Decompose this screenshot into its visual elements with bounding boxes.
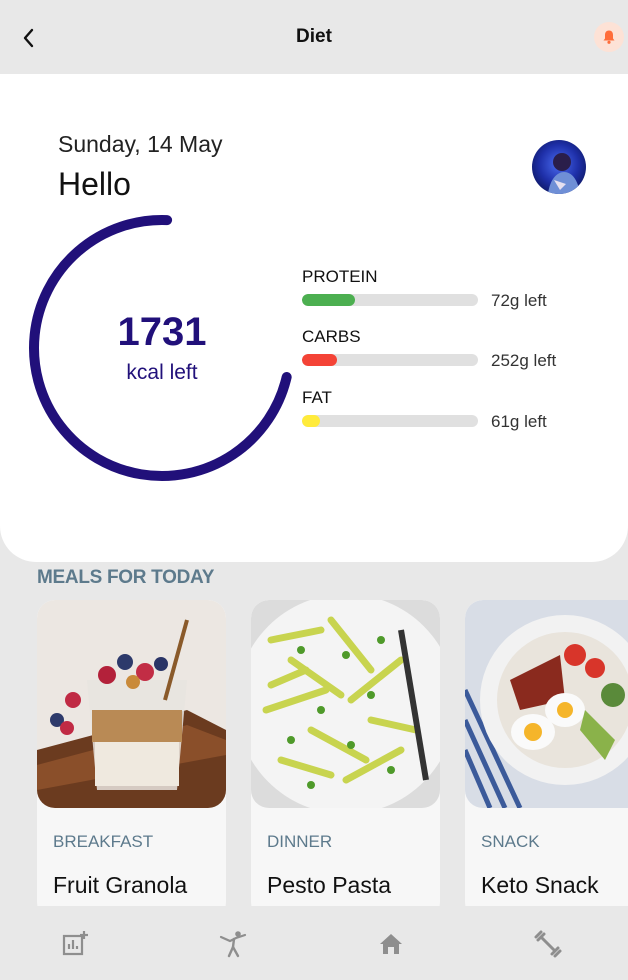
meal-image-keto xyxy=(465,600,628,808)
bottom-navigation xyxy=(0,906,628,980)
calories-left-value: 1731 xyxy=(117,310,207,354)
meal-name: Fruit Granola xyxy=(53,872,188,898)
nav-home[interactable] xyxy=(375,928,407,960)
page-title: Diet xyxy=(296,26,332,47)
meal-image-granola xyxy=(37,600,226,808)
notification-button[interactable] xyxy=(594,22,624,52)
fat-left: 61g left xyxy=(491,412,547,431)
meal-type: BREAKFAST xyxy=(53,832,154,851)
meal-card-breakfast[interactable]: BREAKFAST Fruit Granola xyxy=(37,600,226,920)
meal-card-dinner[interactable]: DINNER Pesto Pasta xyxy=(251,600,440,920)
protein-label: PROTEIN xyxy=(302,267,378,286)
summary-card: Sunday, 14 May Hello 1731 kcal left PROT… xyxy=(0,74,628,562)
date-label: Sunday, 14 May xyxy=(58,131,223,157)
nav-activity[interactable] xyxy=(217,928,249,960)
meal-name: Keto Snack xyxy=(481,872,599,898)
protein-bar xyxy=(302,294,478,306)
fat-label: FAT xyxy=(302,388,332,407)
meal-type: SNACK xyxy=(481,832,540,851)
carbs-bar-fill xyxy=(302,354,338,366)
activity-icon xyxy=(219,931,247,958)
home-icon xyxy=(380,934,402,954)
avatar-image xyxy=(532,140,586,194)
stats-icon xyxy=(62,931,88,956)
meal-type: DINNER xyxy=(267,832,333,851)
carbs-bar xyxy=(302,354,478,366)
greeting: Hello xyxy=(58,166,131,202)
carbs-label: CARBS xyxy=(302,327,361,346)
meal-name: Pesto Pasta xyxy=(267,872,392,898)
fat-bar xyxy=(302,415,478,427)
carbs-left: 252g left xyxy=(491,351,557,370)
meal-image-pasta xyxy=(251,600,440,808)
meals-section-title: MEALS FOR TODAY xyxy=(37,567,215,588)
calories-left-unit: kcal left xyxy=(126,361,198,384)
avatar[interactable] xyxy=(532,140,586,194)
protein-bar-fill xyxy=(302,294,355,306)
workout-icon xyxy=(534,930,562,958)
nav-stats[interactable] xyxy=(59,928,91,960)
meal-card-snack[interactable]: SNACK Keto Snack xyxy=(465,600,628,920)
nav-workout[interactable] xyxy=(532,928,564,960)
fat-bar-fill xyxy=(302,415,320,427)
bell-icon xyxy=(603,30,615,44)
top-bar: Diet xyxy=(0,0,628,74)
protein-left: 72g left xyxy=(491,291,547,310)
